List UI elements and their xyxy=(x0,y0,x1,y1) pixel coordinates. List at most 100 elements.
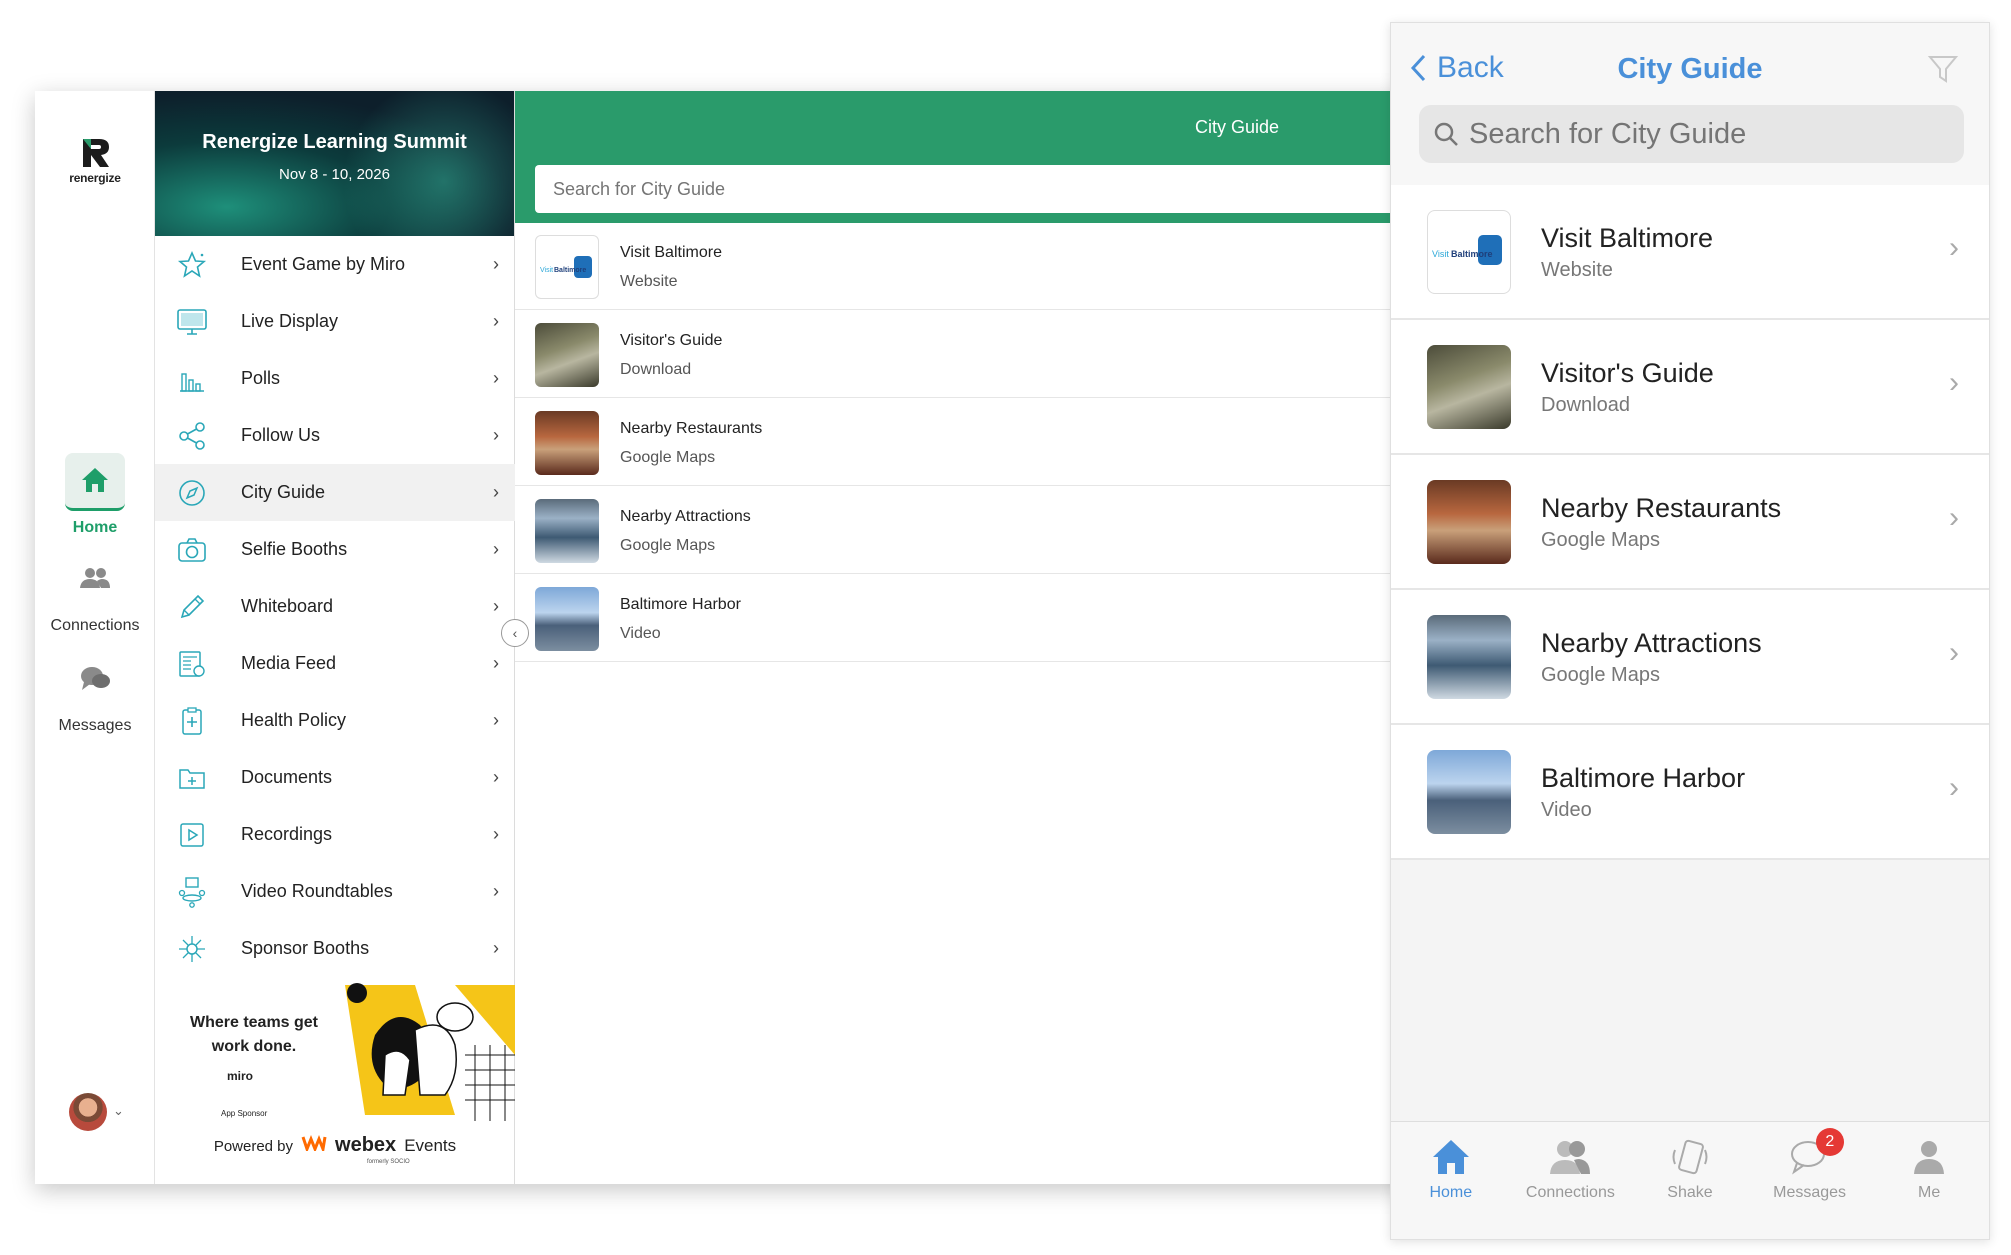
home-icon xyxy=(1432,1140,1469,1174)
visit-baltimore-logo: Visit Baltimore xyxy=(1427,210,1511,294)
list-item-baltimore-harbor[interactable]: Baltimore Harbor Video › xyxy=(1391,725,1989,860)
menu-item-label: Live Display xyxy=(241,311,339,331)
item-subtitle: Google Maps xyxy=(1541,529,1660,551)
list-item-nearby-attractions[interactable]: Nearby Attractions Google Maps › xyxy=(1391,590,1989,725)
content-search[interactable] xyxy=(535,165,1430,213)
item-title: Visit Baltimore xyxy=(620,244,722,261)
list-item-visit-baltimore[interactable]: Visit Baltimore Visit Baltimore Website xyxy=(515,223,1430,310)
menu-item-label: Health Policy xyxy=(241,710,347,730)
item-subtitle: Download xyxy=(620,361,692,378)
chevron-down-icon[interactable]: ⌄ xyxy=(113,1103,124,1119)
item-title: Baltimore Harbor xyxy=(1541,763,1746,793)
user-avatar[interactable] xyxy=(69,1093,107,1131)
news-icon xyxy=(173,645,211,683)
tablet-app-window: renergize Home Connections Messages ⌄ Re… xyxy=(35,91,1430,1184)
item-title: Visit Baltimore xyxy=(1541,223,1714,253)
item-title: Nearby Restaurants xyxy=(1541,493,1782,523)
person-icon xyxy=(1914,1141,1945,1174)
item-title: Nearby Attractions xyxy=(620,508,751,525)
network-icon xyxy=(173,930,211,968)
item-subtitle: Google Maps xyxy=(620,449,716,466)
tab-me-label: Me xyxy=(1918,1184,1941,1201)
chevron-right-icon: › xyxy=(493,539,499,559)
menu-item-event-game[interactable]: Event Game by Miro › xyxy=(155,236,515,293)
restaurants-thumbnail xyxy=(535,411,599,475)
powered-sub: formerly SOCIO xyxy=(367,1159,410,1165)
svg-text:Baltimore: Baltimore xyxy=(1451,249,1493,259)
menu-item-follow-us[interactable]: Follow Us › xyxy=(155,407,515,464)
menu-item-documents[interactable]: Documents › xyxy=(155,749,515,806)
list-item-visit-baltimore[interactable]: Visit Baltimore Visit Baltimore Website › xyxy=(1391,185,1989,320)
svg-text:Baltimore: Baltimore xyxy=(554,267,586,274)
list-item-visitors-guide[interactable]: Visitor's Guide Download › xyxy=(1391,320,1989,455)
svg-text:Visit: Visit xyxy=(540,267,553,274)
tab-shake-label: Shake xyxy=(1667,1184,1713,1201)
menu-item-video-roundtables[interactable]: Video Roundtables › xyxy=(155,863,515,920)
tab-home[interactable]: Home xyxy=(1391,1122,1511,1239)
tab-me[interactable]: Me xyxy=(1869,1122,1989,1239)
menu-item-live-display[interactable]: Live Display › xyxy=(155,293,515,350)
list-item-visitors-guide[interactable]: Visitor's Guide Download xyxy=(515,311,1430,398)
menu-item-label: Selfie Booths xyxy=(241,539,348,559)
list-item-nearby-restaurants[interactable]: Nearby Restaurants Google Maps › xyxy=(1391,455,1989,590)
menu-item-city-guide[interactable]: City Guide › xyxy=(155,464,515,521)
sponsor-ad[interactable]: Where teams get work done. miro App Spon… xyxy=(155,981,515,1121)
menu-item-label: Follow Us xyxy=(241,425,321,445)
phone-title: City Guide xyxy=(1617,53,1763,85)
harbor-thumbnail xyxy=(1427,750,1511,834)
people-icon xyxy=(1550,1141,1591,1174)
list-item-baltimore-harbor[interactable]: Baltimore Harbor Video xyxy=(515,575,1430,662)
phone-search[interactable] xyxy=(1419,105,1964,163)
camera-icon xyxy=(173,531,211,569)
event-date: Nov 8 - 10, 2026 xyxy=(279,166,390,183)
restaurants-thumbnail xyxy=(1427,480,1511,564)
content-header: City Guide xyxy=(515,91,1430,223)
chevron-right-icon: › xyxy=(493,482,499,502)
menu-item-label: Event Game by Miro xyxy=(241,254,406,274)
tab-messages[interactable]: 2 Messages xyxy=(1750,1122,1870,1239)
chevron-right-icon: › xyxy=(493,254,499,274)
logo-text: renergize xyxy=(69,171,121,185)
chevron-right-icon: › xyxy=(1949,501,1959,534)
renergize-logo-icon xyxy=(83,139,109,167)
menu-item-label: Polls xyxy=(241,368,281,388)
rail-home[interactable]: Home xyxy=(35,453,155,537)
menu-item-recordings[interactable]: Recordings › xyxy=(155,806,515,863)
filter-icon[interactable] xyxy=(1927,53,1959,90)
item-subtitle: Video xyxy=(1541,799,1592,821)
item-title: Visitor's Guide xyxy=(1541,358,1714,388)
item-title: Nearby Restaurants xyxy=(620,420,763,437)
menu-item-label: City Guide xyxy=(241,482,326,502)
tab-home-label: Home xyxy=(1429,1184,1473,1201)
search-icon xyxy=(1434,122,1458,146)
phone-list: Visit Baltimore Visit Baltimore Website ›… xyxy=(1391,185,1989,860)
list-item-nearby-restaurants[interactable]: Nearby Restaurants Google Maps xyxy=(515,399,1430,486)
pencil-icon xyxy=(173,588,211,626)
tab-shake[interactable]: Shake xyxy=(1630,1122,1750,1239)
menu-item-label: Recordings xyxy=(241,824,333,844)
menu-item-polls[interactable]: Polls › xyxy=(155,350,515,407)
chevron-right-icon: › xyxy=(1949,366,1959,399)
menu-item-health-policy[interactable]: Health Policy › xyxy=(155,692,515,749)
powered-brand: webex xyxy=(335,1134,397,1156)
rail-messages[interactable]: Messages xyxy=(35,651,155,735)
rail-connections[interactable]: Connections xyxy=(35,551,155,635)
menu-item-media-feed[interactable]: Media Feed › xyxy=(155,635,515,692)
play-icon xyxy=(173,816,211,854)
rail-home-label: Home xyxy=(72,519,118,536)
menu-item-sponsor-booths[interactable]: Sponsor Booths › xyxy=(155,920,515,977)
phone-app-window: Back City Guide VisitBaltimore Visit Bal… xyxy=(1390,22,1990,1240)
search-input[interactable] xyxy=(1469,117,1964,151)
roundtable-icon xyxy=(173,873,211,911)
chevron-right-icon: › xyxy=(493,311,499,331)
star-icon xyxy=(173,246,211,284)
list-item-nearby-attractions[interactable]: Nearby Attractions Google Maps xyxy=(515,487,1430,574)
powered-by: Powered by webex Events formerly SOCIO xyxy=(155,1133,515,1165)
tab-connections[interactable]: Connections xyxy=(1511,1122,1631,1239)
search-input[interactable] xyxy=(535,165,1430,213)
chevron-right-icon: › xyxy=(493,881,499,901)
home-icon xyxy=(65,453,125,511)
menu-item-whiteboard[interactable]: Whiteboard › xyxy=(155,578,515,635)
menu-item-selfie-booths[interactable]: Selfie Booths › xyxy=(155,521,515,578)
content-title: City Guide xyxy=(1195,117,1280,137)
